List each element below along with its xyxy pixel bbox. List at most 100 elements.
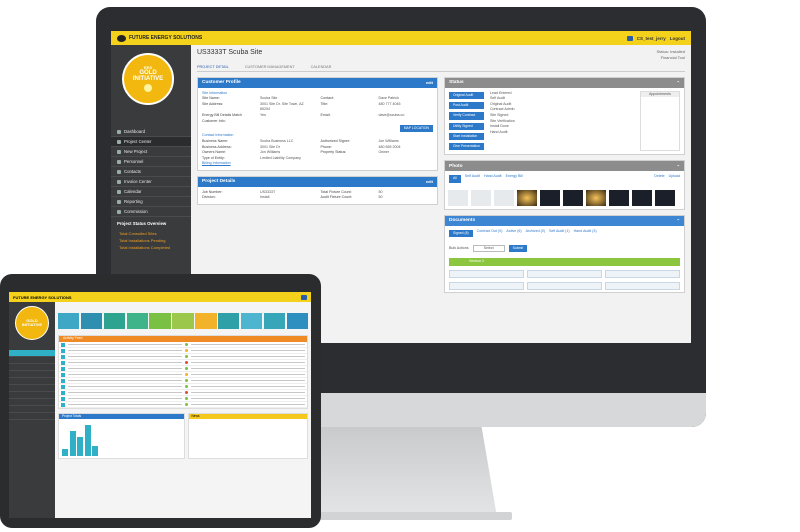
sidebar-item-new-project[interactable]: New Project — [111, 147, 191, 157]
tablet-nav-item[interactable] — [9, 350, 55, 357]
tab-calendar[interactable]: CALENDAR — [311, 65, 332, 69]
row-text — [68, 343, 182, 346]
photo-thumbnail[interactable] — [609, 189, 629, 206]
tablet-nav-item[interactable] — [9, 357, 55, 364]
submit-button[interactable]: Submit — [508, 244, 528, 253]
tablet-nav-item[interactable] — [9, 364, 55, 371]
edit-link[interactable]: edit — [426, 179, 433, 184]
billing-info-link[interactable]: Billing Information — [202, 161, 433, 167]
sidebar-item-calendar[interactable]: Calendar — [111, 187, 191, 197]
tablet-screen: FUTURE ENERGY SOLUTIONS GOLD INITIATIVE — [9, 292, 311, 518]
map-location-button[interactable]: MAP LOCATION — [399, 125, 433, 133]
doc-tab[interactable]: Self Audit (1) — [549, 229, 570, 238]
photo-panel: Photo ⌃ All Self Audit Hand Audit Energy… — [444, 160, 685, 210]
username[interactable]: CS_test_jerry — [637, 36, 666, 41]
status-action-button[interactable]: Utility Signed — [449, 122, 484, 130]
edit-link[interactable]: edit — [426, 80, 433, 85]
overview-item[interactable]: Total Installations Pending — [111, 237, 191, 244]
document-item[interactable] — [527, 282, 602, 291]
photo-thumbnail[interactable] — [540, 189, 560, 206]
sidebar-item-dashboard[interactable]: Dashboard — [111, 127, 191, 137]
stat-tile[interactable] — [103, 313, 126, 329]
photo-thumbnail[interactable] — [563, 189, 583, 206]
status-action-button[interactable]: Start Installation — [449, 132, 484, 141]
doc-tab[interactable]: Archived (0) — [526, 229, 545, 238]
row-icon — [61, 360, 65, 365]
row-text — [191, 367, 305, 370]
photo-thumbnail[interactable] — [632, 189, 652, 206]
stat-tile[interactable] — [58, 313, 80, 329]
row-text — [68, 367, 182, 370]
sidebar-item-invoice-center[interactable]: Invoice Center — [111, 177, 191, 187]
tablet-nav-item[interactable] — [9, 399, 55, 406]
status-action-button[interactable]: Verify Contract — [449, 112, 484, 120]
photo-thumbnail[interactable] — [655, 189, 675, 206]
field-value: Limited Liability Company — [260, 155, 301, 160]
delete-photo-link[interactable]: Delete — [654, 174, 664, 183]
photo-thumbnail[interactable] — [517, 189, 537, 206]
document-item[interactable] — [527, 270, 602, 279]
tab-project-detail[interactable]: PROJECT DETAIL — [197, 65, 229, 69]
folder-icon — [117, 139, 121, 144]
tablet-nav-item[interactable] — [9, 378, 55, 385]
tablet-nav-item[interactable] — [9, 413, 55, 420]
table-row[interactable] — [59, 402, 307, 408]
document-item[interactable] — [449, 270, 524, 279]
photo-filter[interactable]: Hand Audit — [484, 174, 502, 183]
sidebar-item-project-center[interactable]: Project Center — [111, 137, 191, 147]
brand-logo-icon — [117, 34, 126, 42]
overview-item[interactable]: Total Installations Completed — [111, 244, 191, 251]
chart-bar — [69, 430, 76, 456]
doc-tab-signed[interactable]: Signed (8) — [449, 229, 473, 237]
brand[interactable]: FUTURE ENERGY SOLUTIONS — [117, 34, 202, 42]
collapse-icon[interactable]: ⌃ — [677, 218, 680, 223]
status-action-button[interactable]: Give Presentation — [449, 143, 484, 151]
overview-item[interactable]: Total Consulted Sites — [111, 230, 191, 237]
money-icon — [117, 209, 121, 214]
tab-customer-management[interactable]: CUSTOMER MANAGEMENT — [245, 65, 295, 69]
doc-tab[interactable]: Active (6) — [506, 229, 521, 238]
tablet-nav-item[interactable] — [9, 406, 55, 413]
tablet-nav-item[interactable] — [9, 392, 55, 399]
photo-thumbnail[interactable] — [494, 189, 514, 206]
stat-tile[interactable] — [195, 313, 217, 329]
stat-tile[interactable] — [80, 313, 103, 329]
tablet-user-icon[interactable] — [301, 294, 307, 300]
photo-thumbnail[interactable] — [586, 189, 606, 206]
sidebar-item-contacts[interactable]: Contacts — [111, 167, 191, 177]
upload-photo-link[interactable]: Upload — [669, 174, 680, 183]
tablet-brand[interactable]: FUTURE ENERGY SOLUTIONS — [13, 295, 72, 300]
stat-tile[interactable] — [126, 313, 148, 329]
sidebar-item-personnel[interactable]: Personnel — [111, 157, 191, 167]
stat-tile[interactable] — [172, 313, 194, 329]
bulk-actions-select[interactable]: Select — [472, 244, 505, 253]
tablet-nav-item[interactable] — [9, 385, 55, 392]
collapse-icon[interactable]: ⌃ — [677, 80, 680, 85]
stat-tile[interactable] — [240, 313, 263, 329]
doc-tab[interactable]: Hand Audit (3) — [574, 229, 597, 238]
document-item[interactable] — [449, 282, 524, 291]
photo-thumbnail[interactable] — [448, 189, 468, 206]
stat-tile[interactable] — [263, 313, 286, 329]
financial-tool-link[interactable]: Financial Tool — [657, 55, 685, 61]
document-item[interactable] — [605, 282, 680, 291]
photo-filter[interactable]: Energy Bill — [506, 174, 523, 183]
doc-tab[interactable]: Contract Out (0) — [477, 229, 503, 238]
collapse-icon[interactable]: ⌃ — [677, 164, 680, 169]
notification-icon[interactable] — [626, 35, 633, 41]
tablet-nav-item[interactable] — [9, 371, 55, 378]
stat-tile[interactable] — [286, 313, 308, 329]
photo-filter[interactable]: Self Audit — [465, 174, 480, 183]
status-action-button[interactable]: Post Audit — [449, 102, 484, 110]
sidebar-item-commission[interactable]: Commission — [111, 207, 191, 217]
status-action-button[interactable]: Original Audit — [449, 91, 484, 100]
photo-filter-all[interactable]: All — [449, 175, 461, 183]
sidebar-item-reporting[interactable]: Reporting — [111, 197, 191, 207]
stat-tile[interactable] — [218, 313, 240, 329]
photo-thumbnail[interactable] — [471, 189, 491, 206]
logout-link[interactable]: Logout — [670, 36, 685, 41]
mini-calendar[interactable]: Appointments — [640, 90, 680, 152]
project-totals-chart: Project Totals — [58, 413, 185, 459]
document-item[interactable] — [605, 270, 680, 279]
stat-tile[interactable] — [149, 313, 171, 329]
